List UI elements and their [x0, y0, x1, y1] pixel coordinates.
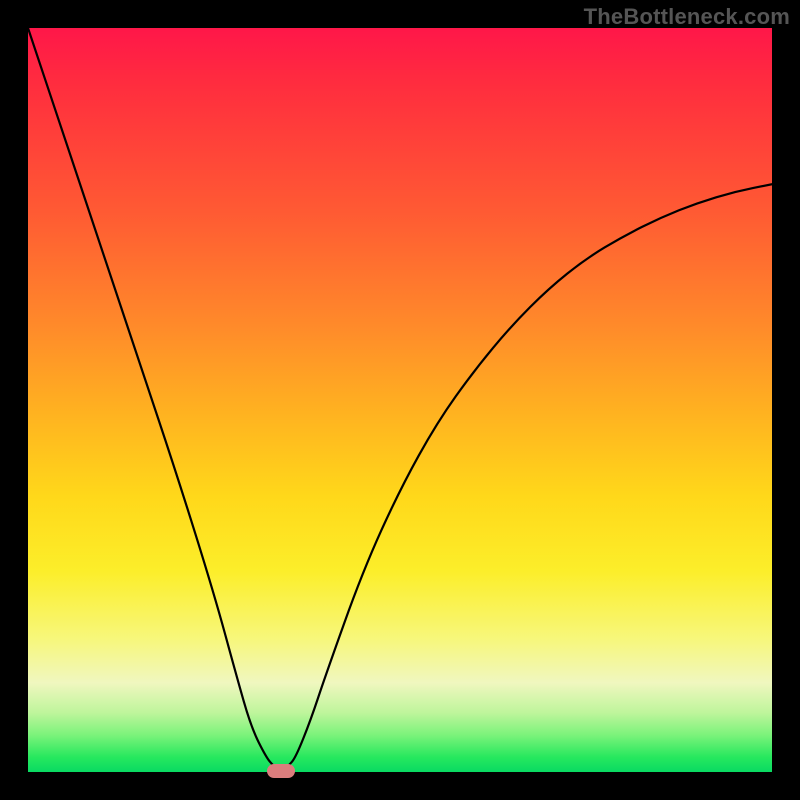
bottleneck-curve-path: [28, 28, 772, 771]
plot-area: [28, 28, 772, 772]
chart-frame: TheBottleneck.com: [0, 0, 800, 800]
watermark-text: TheBottleneck.com: [584, 4, 790, 30]
curve-layer: [28, 28, 772, 772]
bottleneck-marker: [267, 764, 295, 778]
